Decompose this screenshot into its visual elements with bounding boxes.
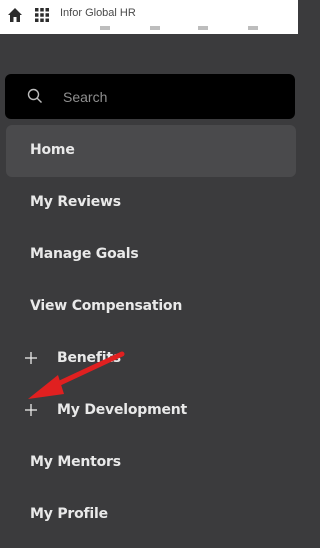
home-icon[interactable]	[6, 6, 24, 24]
sidebar: Home My Reviews Manage Goals View Compen…	[0, 34, 298, 548]
plus-icon[interactable]	[24, 403, 38, 417]
plus-icon[interactable]	[24, 351, 38, 365]
nav-item-label: Manage Goals	[30, 246, 139, 262]
search-icon	[27, 88, 42, 103]
nav-item-label: My Development	[57, 402, 188, 418]
nav-item-view-compensation[interactable]: View Compensation	[0, 281, 298, 333]
nav-item-benefits[interactable]: Benefits	[0, 333, 298, 385]
nav-item-label: My Profile	[30, 506, 108, 522]
nav-item-home[interactable]: Home	[6, 125, 296, 177]
app-grid-icon[interactable]	[34, 7, 50, 23]
nav-item-my-mentors[interactable]: My Mentors	[0, 437, 298, 489]
nav-item-my-development[interactable]: My Development	[0, 385, 298, 437]
nav-item-my-profile[interactable]: My Profile	[0, 489, 298, 541]
nav-item-manage-goals[interactable]: Manage Goals	[0, 229, 298, 281]
nav-item-label: My Mentors	[30, 454, 121, 470]
search-input[interactable]	[61, 85, 265, 109]
app-title: Infor Global HR	[60, 7, 136, 19]
nav-item-label: Home	[30, 142, 75, 158]
top-bar: Infor Global HR	[0, 0, 298, 34]
nav-item-label: My Reviews	[30, 194, 121, 210]
nav-item-label: View Compensation	[30, 298, 183, 314]
nav-menu: Home My Reviews Manage Goals View Compen…	[0, 125, 298, 541]
search-box[interactable]	[5, 74, 295, 119]
nav-item-my-reviews[interactable]: My Reviews	[0, 177, 298, 229]
nav-item-label: Benefits	[57, 350, 121, 366]
